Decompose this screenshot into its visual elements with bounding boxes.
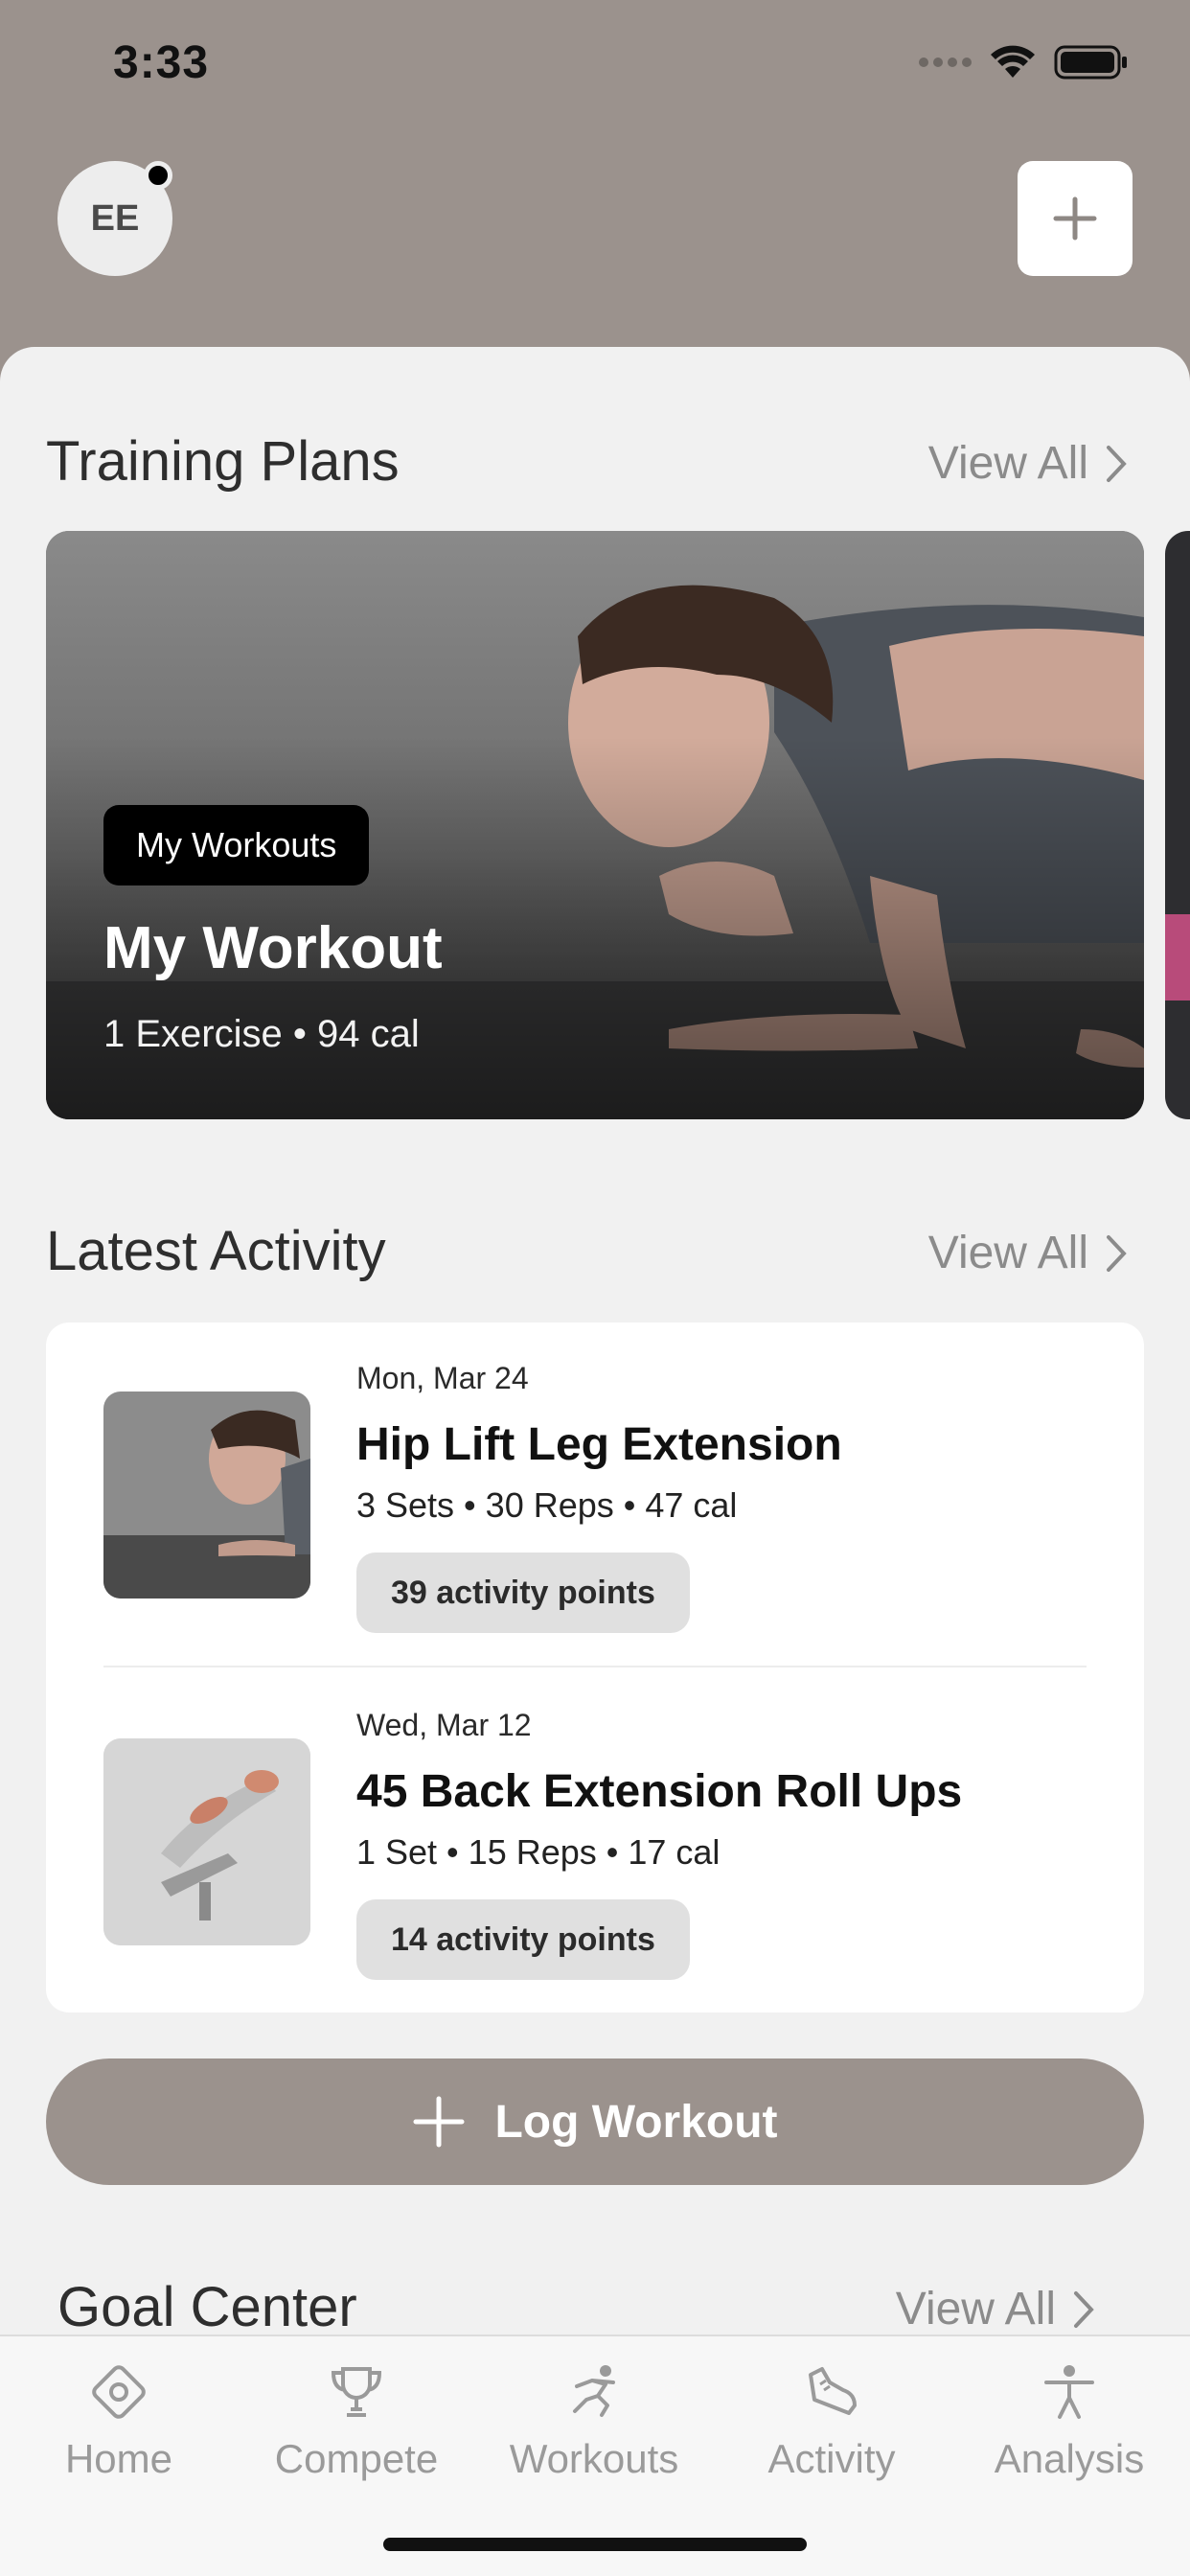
runner-icon [573,2365,615,2417]
tab-compete[interactable]: Compete [238,2354,475,2482]
avatar-initials: EE [90,197,140,239]
activity-title: 45 Back Extension Roll Ups [356,1766,963,1817]
divider [103,1666,1087,1668]
header: 3:33 EE [0,0,1190,402]
signal-icon [919,58,972,67]
tab-label: Analysis [994,2436,1145,2481]
log-workout-label: Log Workout [494,2096,778,2148]
shoe-icon [809,2367,857,2415]
activity-item[interactable]: Mon, Mar 24 Hip Lift Leg Extension 3 Set… [46,1322,1144,1668]
view-all-label: View All [895,2284,1056,2334]
person-icon [1044,2365,1094,2419]
goal-center-view-all[interactable]: View All [896,2283,1094,2335]
view-all-label: View All [927,1228,1088,1278]
wifi-icon [991,45,1035,78]
latest-activity-view-all[interactable]: View All [928,1227,1127,1279]
tab-label: Activity [767,2436,896,2481]
diamond-icon [92,2365,146,2419]
activity-list: Mon, Mar 24 Hip Lift Leg Extension 3 Set… [46,1322,1144,2012]
add-button[interactable] [1018,161,1133,276]
chevron-right-icon [1107,1234,1127,1272]
tab-analysis[interactable]: Analysis [950,2354,1188,2482]
tab-workouts[interactable]: Workouts [475,2354,713,2482]
view-all-label: View All [927,438,1088,489]
plus-icon [413,2096,465,2148]
activity-meta: 1 Set • 15 Reps • 17 cal [356,1832,721,1872]
trophy-icon [331,2367,382,2417]
activity-item[interactable]: Wed, Mar 12 45 Back Extension Roll Ups 1… [46,1669,1144,2014]
plan-subtitle: 1 Exercise • 94 cal [103,1013,420,1055]
training-plan-card[interactable]: My Workouts My Workout 1 Exercise • 94 c… [46,531,1144,1119]
activity-points-badge: 39 activity points [356,1552,690,1633]
activity-date: Mon, Mar 24 [356,1361,529,1395]
plus-icon [1053,196,1097,241]
activity-meta: 3 Sets • 30 Reps • 47 cal [356,1485,738,1525]
tab-activity[interactable]: Activity [713,2354,950,2482]
latest-activity-title: Latest Activity [46,1220,386,1282]
tab-label: Compete [274,2436,439,2481]
chevron-right-icon [1074,2290,1094,2328]
exercise-thumbnail [103,1738,310,1945]
tab-label: Workouts [509,2436,679,2481]
status-time: 3:33 [113,37,210,88]
activity-date: Wed, Mar 12 [356,1708,532,1742]
home-indicator [383,2538,807,2551]
exercise-thumbnail [103,1392,310,1598]
next-plan-card[interactable] [1165,531,1190,1119]
plan-title: My Workout [103,915,443,981]
goal-center-title: Goal Center [57,2276,357,2338]
activity-title: Hip Lift Leg Extension [356,1419,842,1470]
activity-points-badge: 14 activity points [356,1899,690,1980]
log-workout-button[interactable]: Log Workout [46,2058,1144,2185]
battery-icon [1054,45,1127,80]
notification-dot [144,161,172,190]
tab-home[interactable]: Home [0,2354,238,2482]
avatar[interactable]: EE [57,161,172,276]
chevron-right-icon [1107,445,1127,482]
training-plans-title: Training Plans [46,430,400,493]
tab-label: Home [64,2436,173,2481]
training-plans-view-all[interactable]: View All [928,437,1127,490]
plan-category-badge: My Workouts [103,805,370,886]
status-icons [919,44,1129,80]
